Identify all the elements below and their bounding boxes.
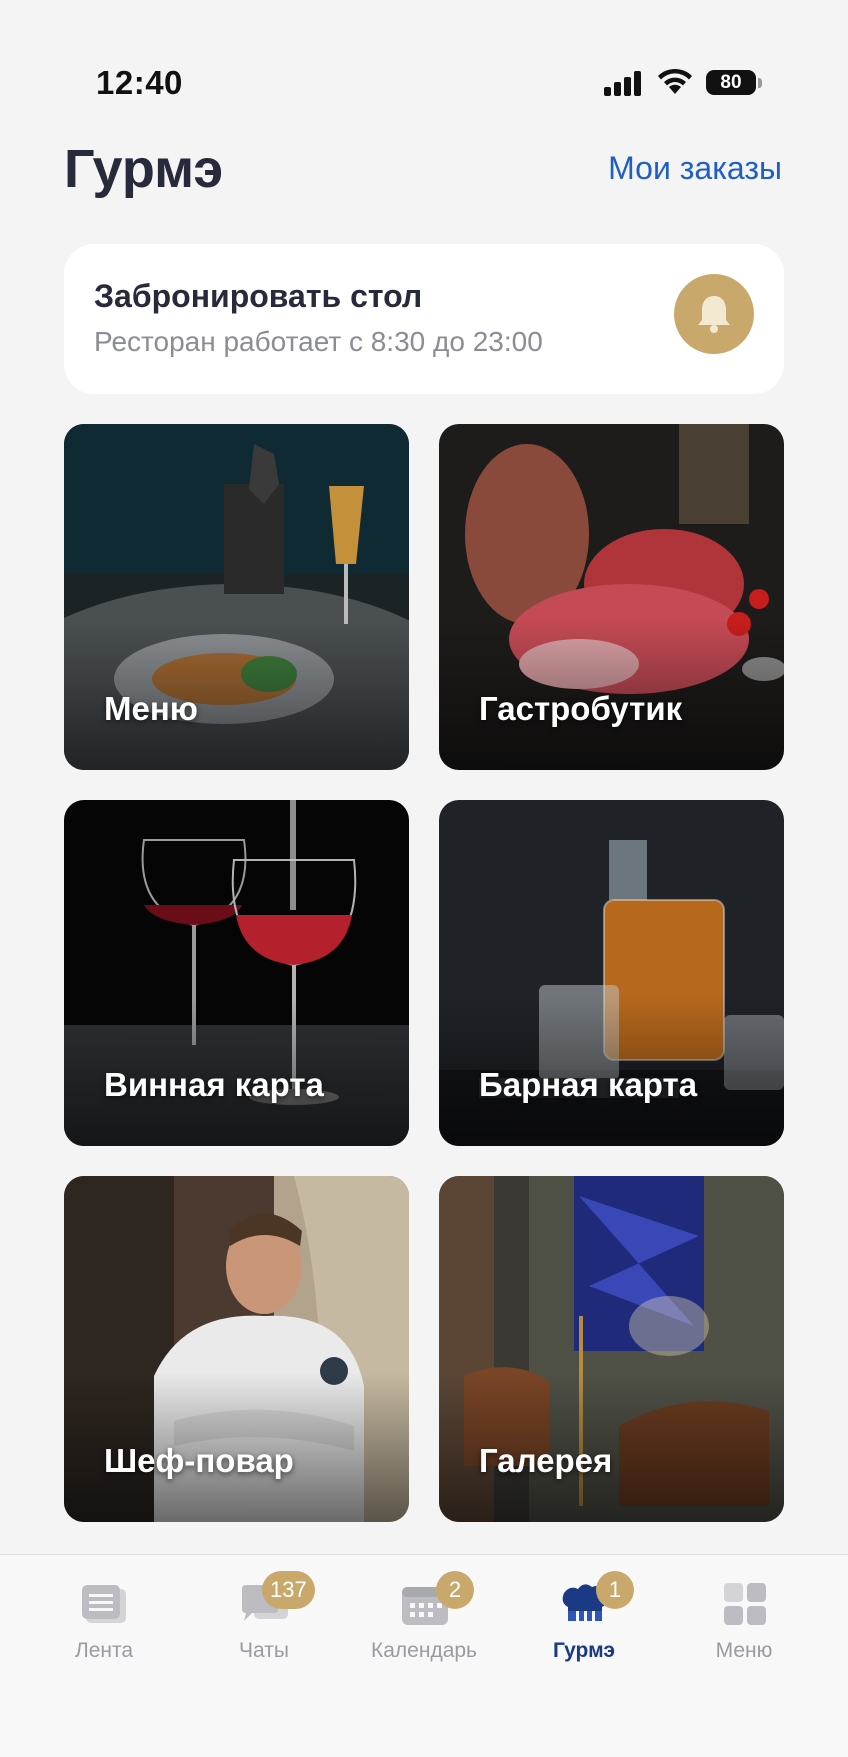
tile-wine-list[interactable]: Винная карта — [64, 800, 409, 1146]
grid-icon — [724, 1583, 766, 1625]
tile-label-chef: Шеф-повар — [104, 1442, 294, 1479]
tab-chats[interactable]: 137 Чаты — [184, 1571, 344, 1662]
my-orders-link[interactable]: Мои заказы — [608, 150, 782, 187]
battery-cap — [758, 78, 762, 88]
tile-label-bar-menu: Барная карта — [479, 1066, 698, 1103]
bell-icon — [698, 296, 730, 333]
battery-icon: 80 — [706, 70, 756, 95]
opening-hours-text: Ресторан работает с 8:30 до 23:00 — [94, 326, 543, 357]
bottom-tab-bar: Лента 137 Чаты 2 Календарь 1 Гурмэ Меню — [0, 1554, 848, 1757]
tile-label-menu: Меню — [104, 690, 198, 727]
signal-icon — [604, 70, 644, 96]
tile-gallery[interactable]: Галерея — [439, 1176, 784, 1522]
tab-menu[interactable]: Меню — [664, 1571, 824, 1662]
tile-bar-menu[interactable]: Барная карта — [439, 800, 784, 1146]
tab-feed[interactable]: Лента — [24, 1571, 184, 1662]
gourmet-badge: 1 — [596, 1571, 634, 1609]
tile-label-wine-list: Винная карта — [104, 1066, 324, 1103]
tab-label-gourmet: Гурмэ — [553, 1639, 615, 1662]
status-time: 12:40 — [96, 64, 183, 101]
status-bar: 12:40 80 — [0, 0, 848, 110]
page-title: Гурмэ — [64, 139, 224, 199]
tab-gourmet[interactable]: 1 Гурмэ — [504, 1571, 664, 1662]
tile-menu[interactable]: Меню — [64, 424, 409, 770]
bell-button[interactable] — [674, 274, 754, 354]
wifi-icon — [658, 68, 692, 94]
book-table-title: Забронировать стол — [94, 278, 423, 314]
book-table-card[interactable]: Забронировать стол Ресторан работает с 8… — [64, 244, 784, 394]
tab-calendar[interactable]: 2 Календарь — [344, 1571, 504, 1662]
tab-label-chats: Чаты — [239, 1639, 289, 1662]
tab-label-menu: Меню — [715, 1639, 773, 1662]
tile-label-gallery: Галерея — [479, 1442, 613, 1479]
chats-badge: 137 — [262, 1571, 315, 1609]
feed-icon — [82, 1585, 126, 1623]
tile-gastroboutique[interactable]: Гастробутик — [439, 424, 784, 770]
calendar-badge: 2 — [436, 1571, 474, 1609]
tile-chef[interactable]: Шеф-повар — [64, 1176, 409, 1522]
tab-label-feed: Лента — [74, 1639, 134, 1662]
tile-label-gastroboutique: Гастробутик — [479, 690, 683, 727]
tab-label-calendar: Календарь — [371, 1639, 477, 1662]
